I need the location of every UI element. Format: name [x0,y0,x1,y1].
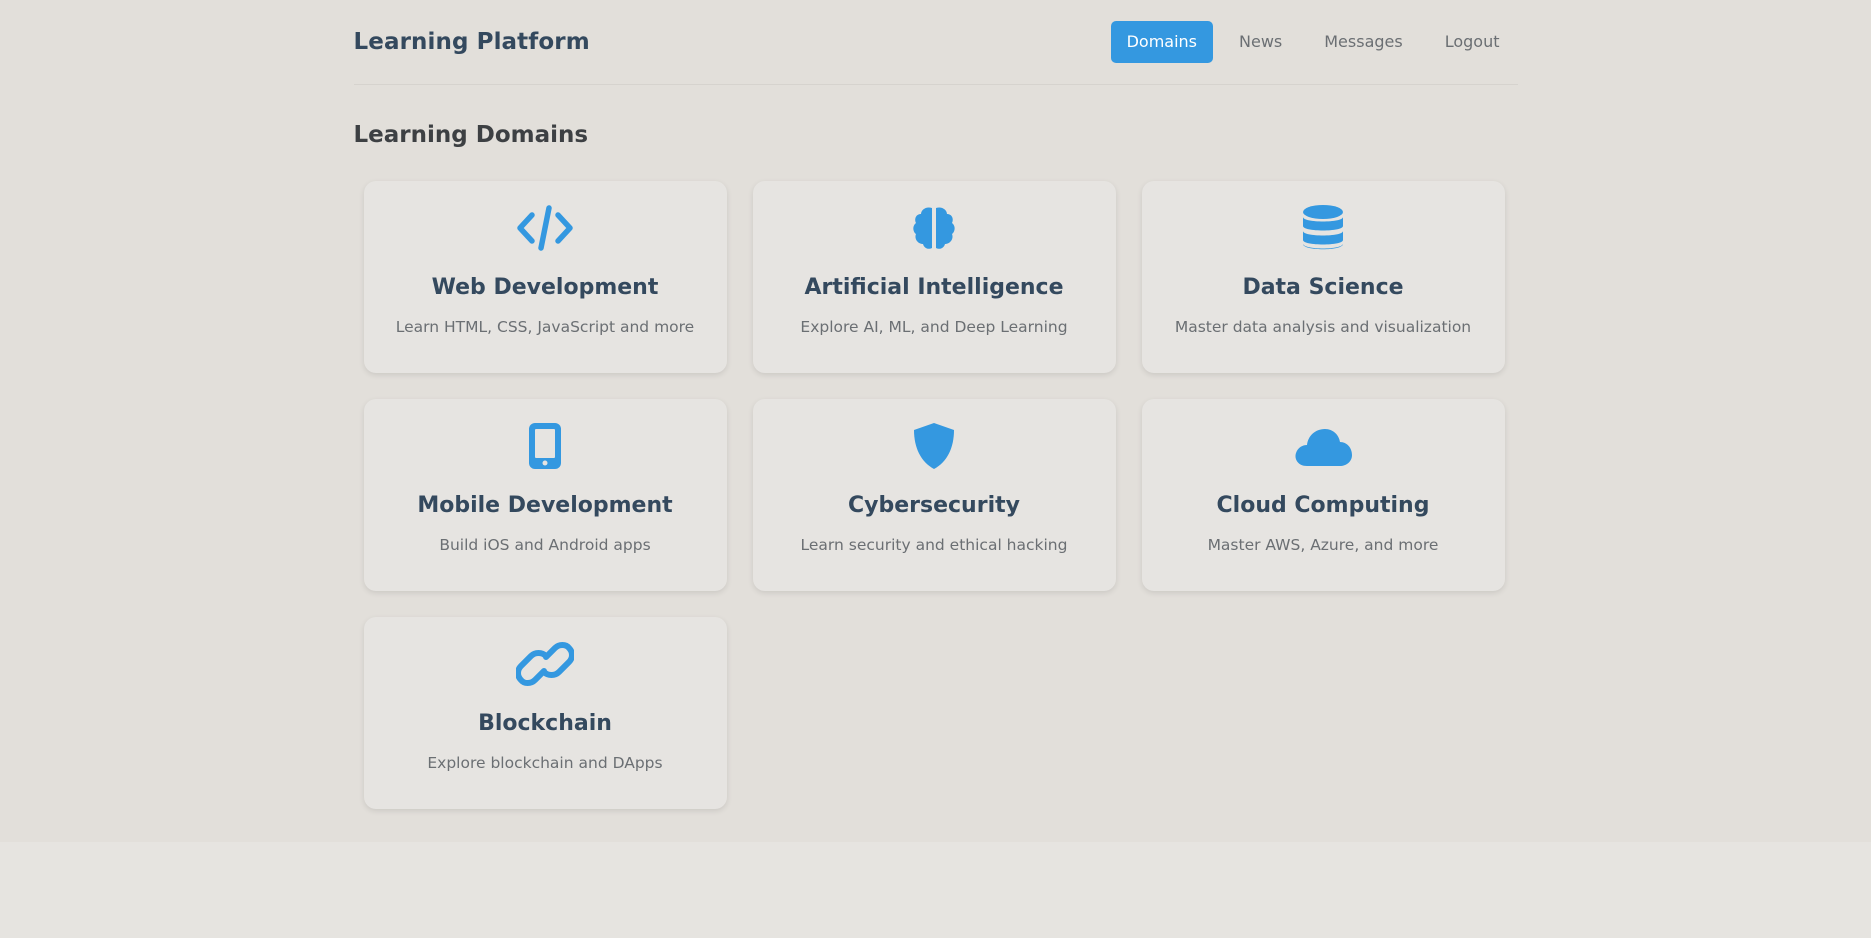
domain-title: Data Science [1242,275,1404,300]
domain-description: Learn security and ethical hacking [800,536,1068,554]
domain-description: Master data analysis and visualization [1174,318,1472,336]
main-nav: Domains News Messages Logout [1110,21,1516,63]
page-title: Learning Domains [353,122,589,148]
domain-card-artificial-intelligence[interactable]: Artificial Intelligence Explore AI, ML, … [752,181,1116,373]
domain-title: Mobile Development [417,493,673,518]
code-icon [513,205,577,251]
domain-card-cloud-computing[interactable]: Cloud Computing Master AWS, Azure, and m… [1141,399,1505,591]
domain-card-blockchain[interactable]: Blockchain Explore blockchain and DApps [363,617,727,809]
brain-icon [902,205,966,251]
domain-title: Artificial Intelligence [804,275,1064,300]
link-icon [513,641,577,687]
domain-description: Learn HTML, CSS, JavaScript and more [395,318,695,336]
domain-description: Build iOS and Android apps [439,536,651,554]
page: Learning Platform Domains News Messages … [0,0,1871,842]
domain-title: Blockchain [478,711,612,736]
domain-description: Explore AI, ML, and Deep Learning [800,318,1068,336]
domain-card-mobile-development[interactable]: Mobile Development Build iOS and Android… [363,399,727,591]
mobile-icon [513,423,577,469]
domains-grid: Web Development Learn HTML, CSS, JavaScr… [354,181,1518,809]
domain-card-web-development[interactable]: Web Development Learn HTML, CSS, JavaScr… [363,181,727,373]
top-navbar: Learning Platform Domains News Messages … [353,0,1518,85]
footer-area [0,842,1871,938]
cloud-icon [1291,423,1355,469]
domain-card-cybersecurity[interactable]: Cybersecurity Learn security and ethical… [752,399,1116,591]
database-icon [1291,205,1355,251]
domain-card-data-science[interactable]: Data Science Master data analysis and vi… [1141,181,1505,373]
nav-domains[interactable]: Domains [1110,21,1214,63]
domain-description: Master AWS, Azure, and more [1207,536,1439,554]
nav-logout[interactable]: Logout [1429,21,1516,63]
domain-title: Cybersecurity [848,493,1020,518]
domain-title: Web Development [431,275,659,300]
content-container: Learning Platform Domains News Messages … [353,0,1518,809]
brand-title[interactable]: Learning Platform [354,29,590,55]
domain-title: Cloud Computing [1216,493,1430,518]
nav-messages[interactable]: Messages [1308,21,1418,63]
domain-description: Explore blockchain and DApps [427,754,663,772]
nav-news[interactable]: News [1223,21,1298,63]
shield-icon [902,423,966,469]
